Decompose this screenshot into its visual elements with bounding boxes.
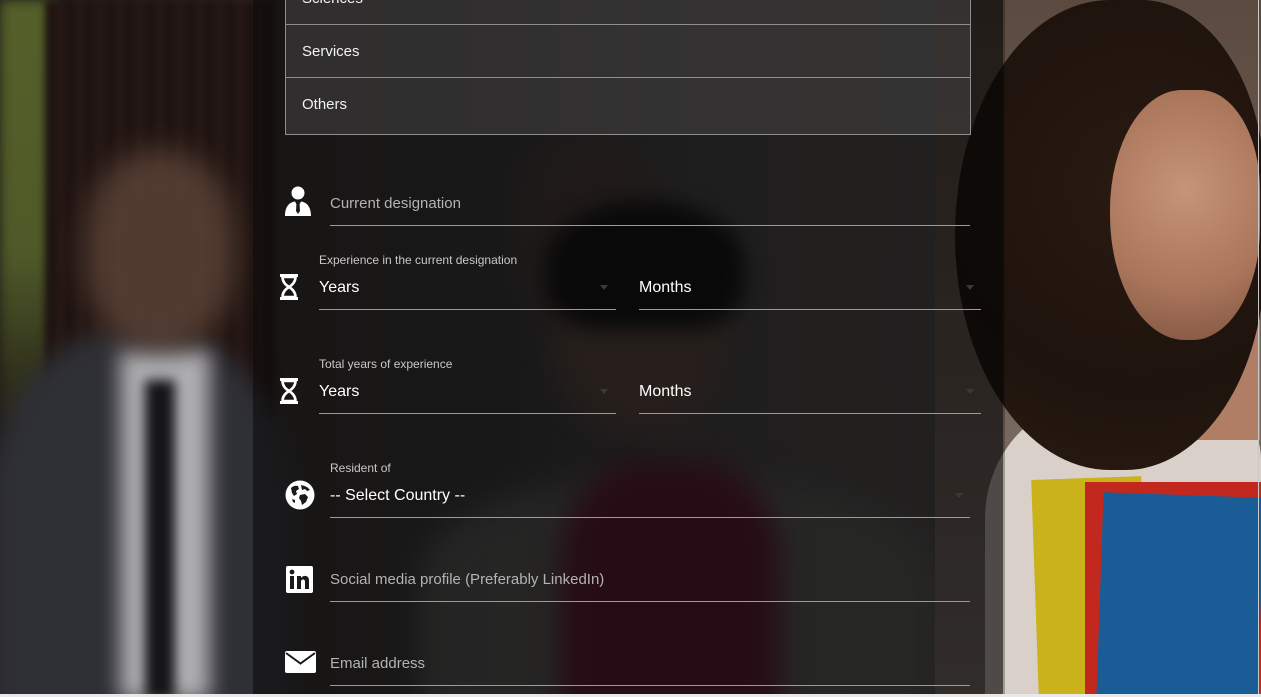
designation-input[interactable]: Current designation [330, 195, 461, 212]
envelope-icon [284, 651, 316, 673]
hourglass-icon [279, 273, 299, 301]
linkedin-icon [285, 565, 313, 593]
current-years-underline [319, 309, 616, 310]
current-experience-months-select[interactable]: Months [639, 279, 691, 297]
current-experience-years-select[interactable]: Years [319, 279, 359, 297]
hourglass-icon [279, 377, 299, 405]
email-underline [330, 685, 970, 686]
window-edge [1258, 0, 1259, 697]
chevron-down-icon [966, 389, 974, 394]
application-form: Sciences Services Others Current designa… [0, 0, 1261, 697]
email-input[interactable]: Email address [330, 655, 425, 672]
user-tie-icon [283, 185, 313, 217]
total-experience-years-select[interactable]: Years [319, 383, 359, 401]
industry-dropdown-list[interactable]: Sciences Services Others [285, 0, 971, 135]
total-years-underline [319, 413, 616, 414]
dropdown-option-services[interactable]: Services [286, 25, 970, 78]
social-underline [330, 601, 970, 602]
dropdown-option-others[interactable]: Others [286, 78, 970, 131]
chevron-down-icon [955, 493, 963, 498]
total-experience-label: Total years of experience [319, 357, 453, 371]
country-select[interactable]: -- Select Country -- [330, 487, 465, 505]
current-experience-label: Experience in the current designation [319, 253, 518, 267]
chevron-down-icon [600, 389, 608, 394]
globe-icon [284, 479, 315, 510]
country-underline [330, 517, 970, 518]
chevron-down-icon [966, 285, 974, 290]
total-experience-months-select[interactable]: Months [639, 383, 691, 401]
chevron-down-icon [600, 285, 608, 290]
current-months-underline [639, 309, 981, 310]
social-profile-input[interactable]: Social media profile (Preferably LinkedI… [330, 571, 604, 588]
dropdown-option-sciences[interactable]: Sciences [286, 0, 970, 25]
designation-underline [330, 225, 970, 226]
residence-label: Resident of [330, 461, 391, 475]
total-months-underline [639, 413, 981, 414]
